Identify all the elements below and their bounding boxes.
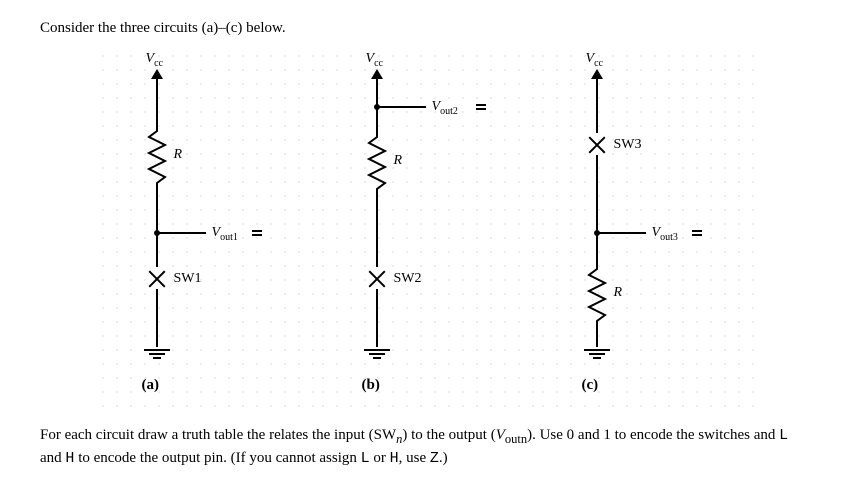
wire [378, 106, 426, 108]
wire [156, 289, 158, 347]
wire [156, 77, 158, 125]
ground-icon [584, 347, 610, 361]
terminal-icon [252, 228, 266, 238]
circuit-b: Vcc Vout2 R SW2 (b) [316, 49, 536, 409]
r-label-c: R [614, 285, 623, 301]
resistor-c [587, 263, 607, 327]
intro-text: Consider the three circuits (a)–(c) belo… [40, 20, 811, 37]
wire [596, 77, 598, 133]
vcc-label-c: Vcc [586, 51, 603, 69]
caption-b: (b) [362, 377, 380, 394]
vcc-label-b: Vcc [366, 51, 383, 69]
sw-label-a: SW1 [174, 271, 202, 287]
wire [376, 107, 378, 131]
vcc-label-a: Vcc [146, 51, 163, 69]
wire [598, 232, 646, 234]
circuits-figure: Vcc R Vout1 SW1 (a) Vcc Vout2 [40, 49, 811, 409]
wire [596, 327, 598, 347]
wire [376, 77, 378, 107]
sw-label-b: SW2 [394, 271, 422, 287]
caption-a: (a) [142, 377, 160, 394]
terminal-icon [692, 228, 706, 238]
wire [376, 289, 378, 347]
ground-icon [364, 347, 390, 361]
r-label-b: R [394, 153, 403, 169]
wire [376, 195, 378, 267]
circuit-a: Vcc R Vout1 SW1 (a) [96, 49, 316, 409]
resistor-a [147, 125, 167, 189]
switch-a-icon [146, 267, 168, 289]
vout-label-a: Vout1 [212, 225, 238, 243]
question-text: For each circuit draw a truth table the … [40, 425, 811, 469]
caption-c: (c) [582, 377, 599, 394]
r-label-a: R [174, 147, 183, 163]
sw-label-c: SW3 [614, 137, 642, 153]
wire [156, 189, 158, 233]
vout-label-b: Vout2 [432, 99, 458, 117]
wire [158, 232, 206, 234]
switch-b-icon [366, 267, 388, 289]
circuit-c: Vcc SW3 Vout3 R (c) [536, 49, 756, 409]
switch-c-icon [586, 133, 608, 155]
resistor-b [367, 131, 387, 195]
wire [596, 155, 598, 233]
terminal-icon [476, 102, 490, 112]
ground-icon [144, 347, 170, 361]
wire [156, 233, 158, 267]
vout-label-c: Vout3 [652, 225, 678, 243]
wire [596, 233, 598, 263]
